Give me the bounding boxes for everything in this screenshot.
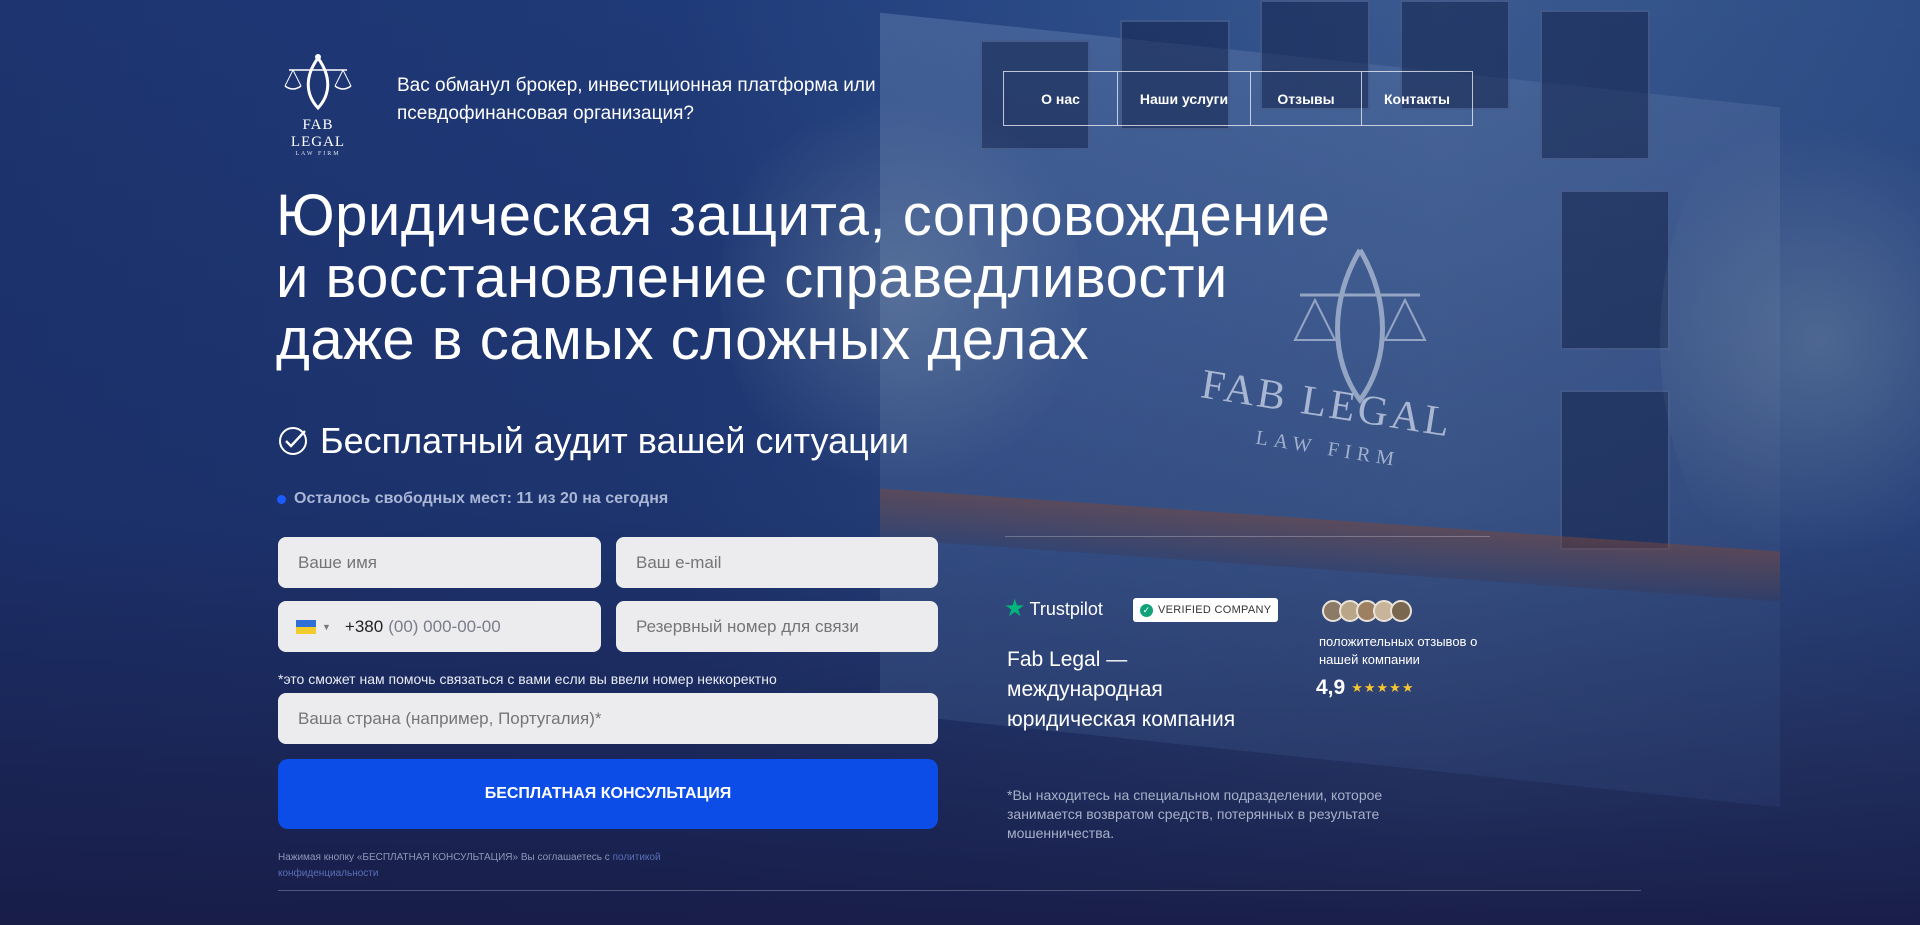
header-tagline: Вас обманул брокер, инвестиционная платф… — [397, 75, 876, 124]
phone-input[interactable]: ▼ +380 (00) 000-00-00 — [278, 601, 601, 652]
slots-text: Осталось свободных мест: 11 из 20 на сег… — [294, 490, 669, 507]
name-input[interactable] — [278, 537, 601, 588]
divider — [278, 890, 1641, 891]
hero-title-line: Юридическая защита, сопровождение — [276, 183, 1331, 248]
consent-label: Нажимая кнопку «БЕСПЛАТНАЯ КОНСУЛЬТАЦИЯ»… — [278, 852, 610, 863]
scales-logo-icon — [284, 54, 352, 111]
chevron-down-icon[interactable]: ▼ — [322, 622, 331, 632]
reviewer-avatars — [1322, 600, 1412, 622]
phone-note: *это сможет нам помочь связаться с вами … — [278, 671, 777, 687]
disclaimer: *Вы находитесь на специальном подразделе… — [1007, 787, 1383, 841]
rating-value: 4,9 — [1316, 676, 1346, 699]
free-consultation-button[interactable]: БЕСПЛАТНАЯ КОНСУЛЬТАЦИЯ — [278, 759, 938, 829]
trustpilot-label: Trustpilot — [1029, 598, 1103, 619]
status-dot-icon — [277, 494, 286, 504]
divider — [1005, 536, 1490, 537]
nav-item-contacts[interactable]: Контакты — [1362, 72, 1472, 125]
verified-company-badge: ✓ VERIFIED COMPANY — [1133, 598, 1279, 622]
check-circle-icon — [279, 427, 307, 455]
nav-item-reviews[interactable]: Отзывы — [1251, 72, 1362, 125]
shield-check-icon: ✓ — [1140, 603, 1153, 617]
nav-item-about[interactable]: О нас — [1004, 72, 1118, 125]
verified-label: VERIFIED COMPANY — [1158, 604, 1272, 616]
free-audit-heading: Бесплатный аудит вашей ситуации — [278, 420, 909, 462]
rating: 4,9 ★★★★★ — [1316, 676, 1414, 700]
avatar — [1390, 600, 1412, 622]
rating-stars-icon: ★★★★★ — [1351, 680, 1415, 695]
ukraine-flag-icon[interactable] — [296, 619, 316, 634]
company-description: Fab Legal — международная юридическая ко… — [1007, 648, 1236, 731]
site-logo[interactable]: FAB LEGAL LAW FIRM — [278, 52, 358, 157]
hero-title-line: даже в самых сложных делах — [276, 307, 1090, 372]
slots-indicator: Осталось свободных мест: 11 из 20 на сег… — [277, 490, 668, 508]
phone-mask: (00) 000-00-00 — [388, 616, 501, 636]
email-input[interactable] — [616, 537, 938, 588]
consent-text: Нажимая кнопку «БЕСПЛАТНАЯ КОНСУЛЬТАЦИЯ»… — [278, 850, 748, 882]
trustpilot-star-icon: ★ — [1004, 595, 1026, 622]
main-nav: О нас Наши услуги Отзывы Контакты — [1003, 71, 1473, 126]
logo-subtitle: LAW FIRM — [295, 151, 341, 157]
phone-country-code: +380 — [344, 616, 384, 636]
nav-item-services[interactable]: Наши услуги — [1118, 72, 1251, 125]
hero-title: Юридическая защита, сопровождение и восс… — [276, 185, 1526, 371]
country-input[interactable] — [278, 693, 938, 744]
logo-name: FAB LEGAL — [290, 117, 346, 150]
reviews-label: положительных отзывов о нашей компании — [1319, 634, 1478, 667]
hero-title-line: и восстановление справедливости — [276, 245, 1228, 310]
free-audit-text: Бесплатный аудит вашей ситуации — [320, 420, 909, 461]
backup-phone-input[interactable] — [616, 601, 938, 652]
trustpilot-badge[interactable]: ★ Trustpilot — [1004, 597, 1103, 621]
